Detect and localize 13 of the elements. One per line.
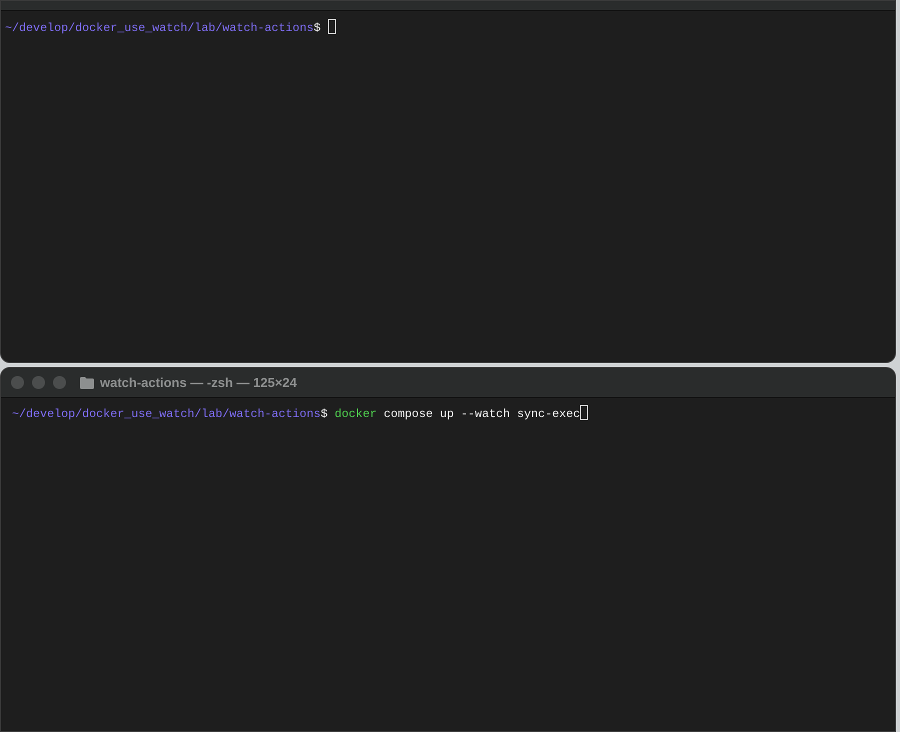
- window-control-icon[interactable]: [53, 376, 66, 389]
- window-title: watch-actions — -zsh — 125×24: [100, 374, 297, 392]
- command-arguments: compose up --watch sync-exec: [384, 407, 580, 421]
- window-control-icon[interactable]: [32, 376, 45, 389]
- prompt-symbol: $: [320, 407, 328, 421]
- window-control-icon[interactable]: [11, 376, 24, 389]
- text-cursor: [328, 19, 336, 34]
- prompt-path: ~/develop/docker_use_watch/lab/watch-actions: [5, 21, 314, 35]
- prompt-symbol: $: [314, 21, 321, 35]
- folder-icon: [80, 376, 94, 388]
- prompt-path: ~/develop/docker_use_watch/lab/watch-actions: [12, 407, 321, 421]
- text-cursor: [580, 405, 588, 420]
- command-name: docker: [334, 407, 377, 421]
